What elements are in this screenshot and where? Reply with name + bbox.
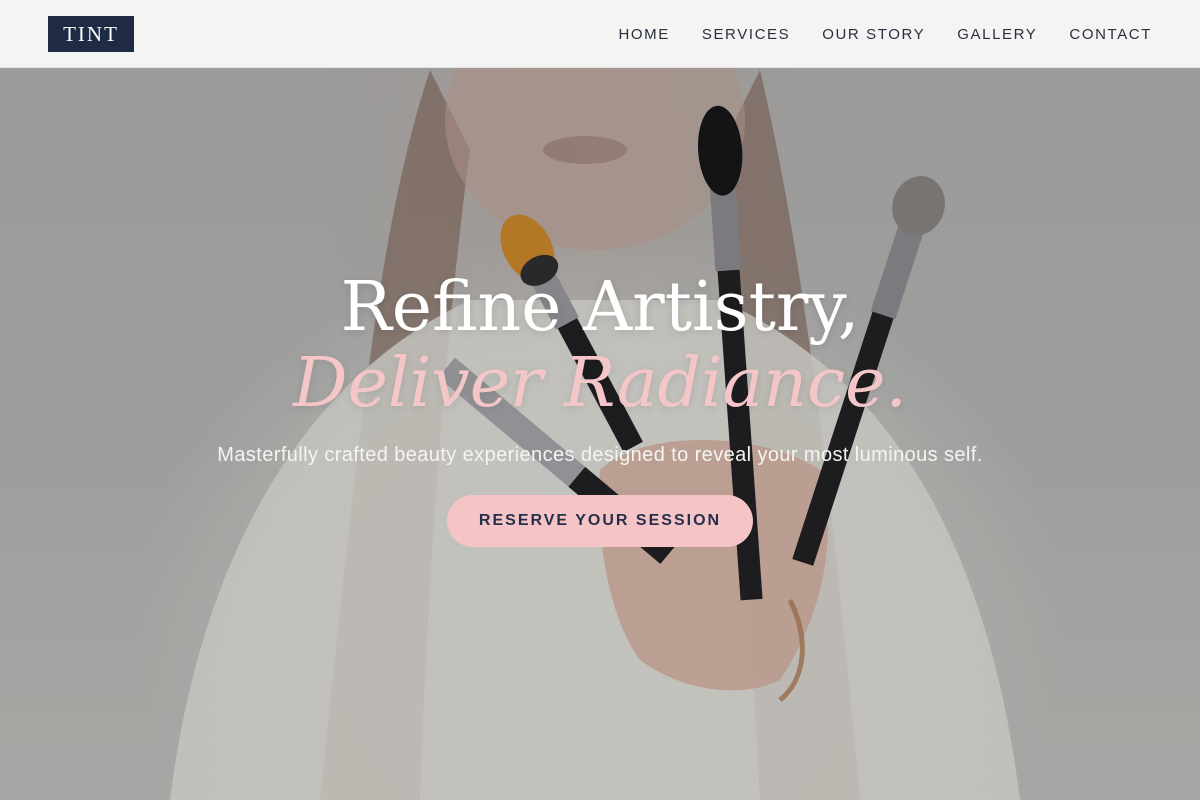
hero-title-line2: Deliver Radiance. (293, 344, 907, 423)
page: TINT HOME SERVICES OUR STORY GALLERY CON… (0, 0, 1200, 800)
nav-link-services[interactable]: SERVICES (702, 26, 790, 43)
reserve-session-button[interactable]: RESERVE YOUR SESSION (447, 495, 753, 547)
site-header: TINT HOME SERVICES OUR STORY GALLERY CON… (0, 0, 1200, 68)
main-nav: HOME SERVICES OUR STORY GALLERY CONTACT (618, 0, 1152, 68)
nav-link-our-story[interactable]: OUR STORY (822, 26, 925, 43)
nav-link-contact[interactable]: CONTACT (1069, 26, 1152, 43)
nav-link-gallery[interactable]: GALLERY (957, 26, 1037, 43)
hero-title: Refine Artistry, Deliver Radiance. (0, 270, 1200, 422)
hero-section: Refine Artistry, Deliver Radiance. Maste… (0, 270, 1200, 547)
hero-title-line1: Refine Artistry, (340, 268, 860, 347)
hero-subtitle: Masterfully crafted beauty experiences d… (217, 444, 983, 466)
logo[interactable]: TINT (48, 16, 134, 52)
nav-link-home[interactable]: HOME (618, 26, 669, 43)
